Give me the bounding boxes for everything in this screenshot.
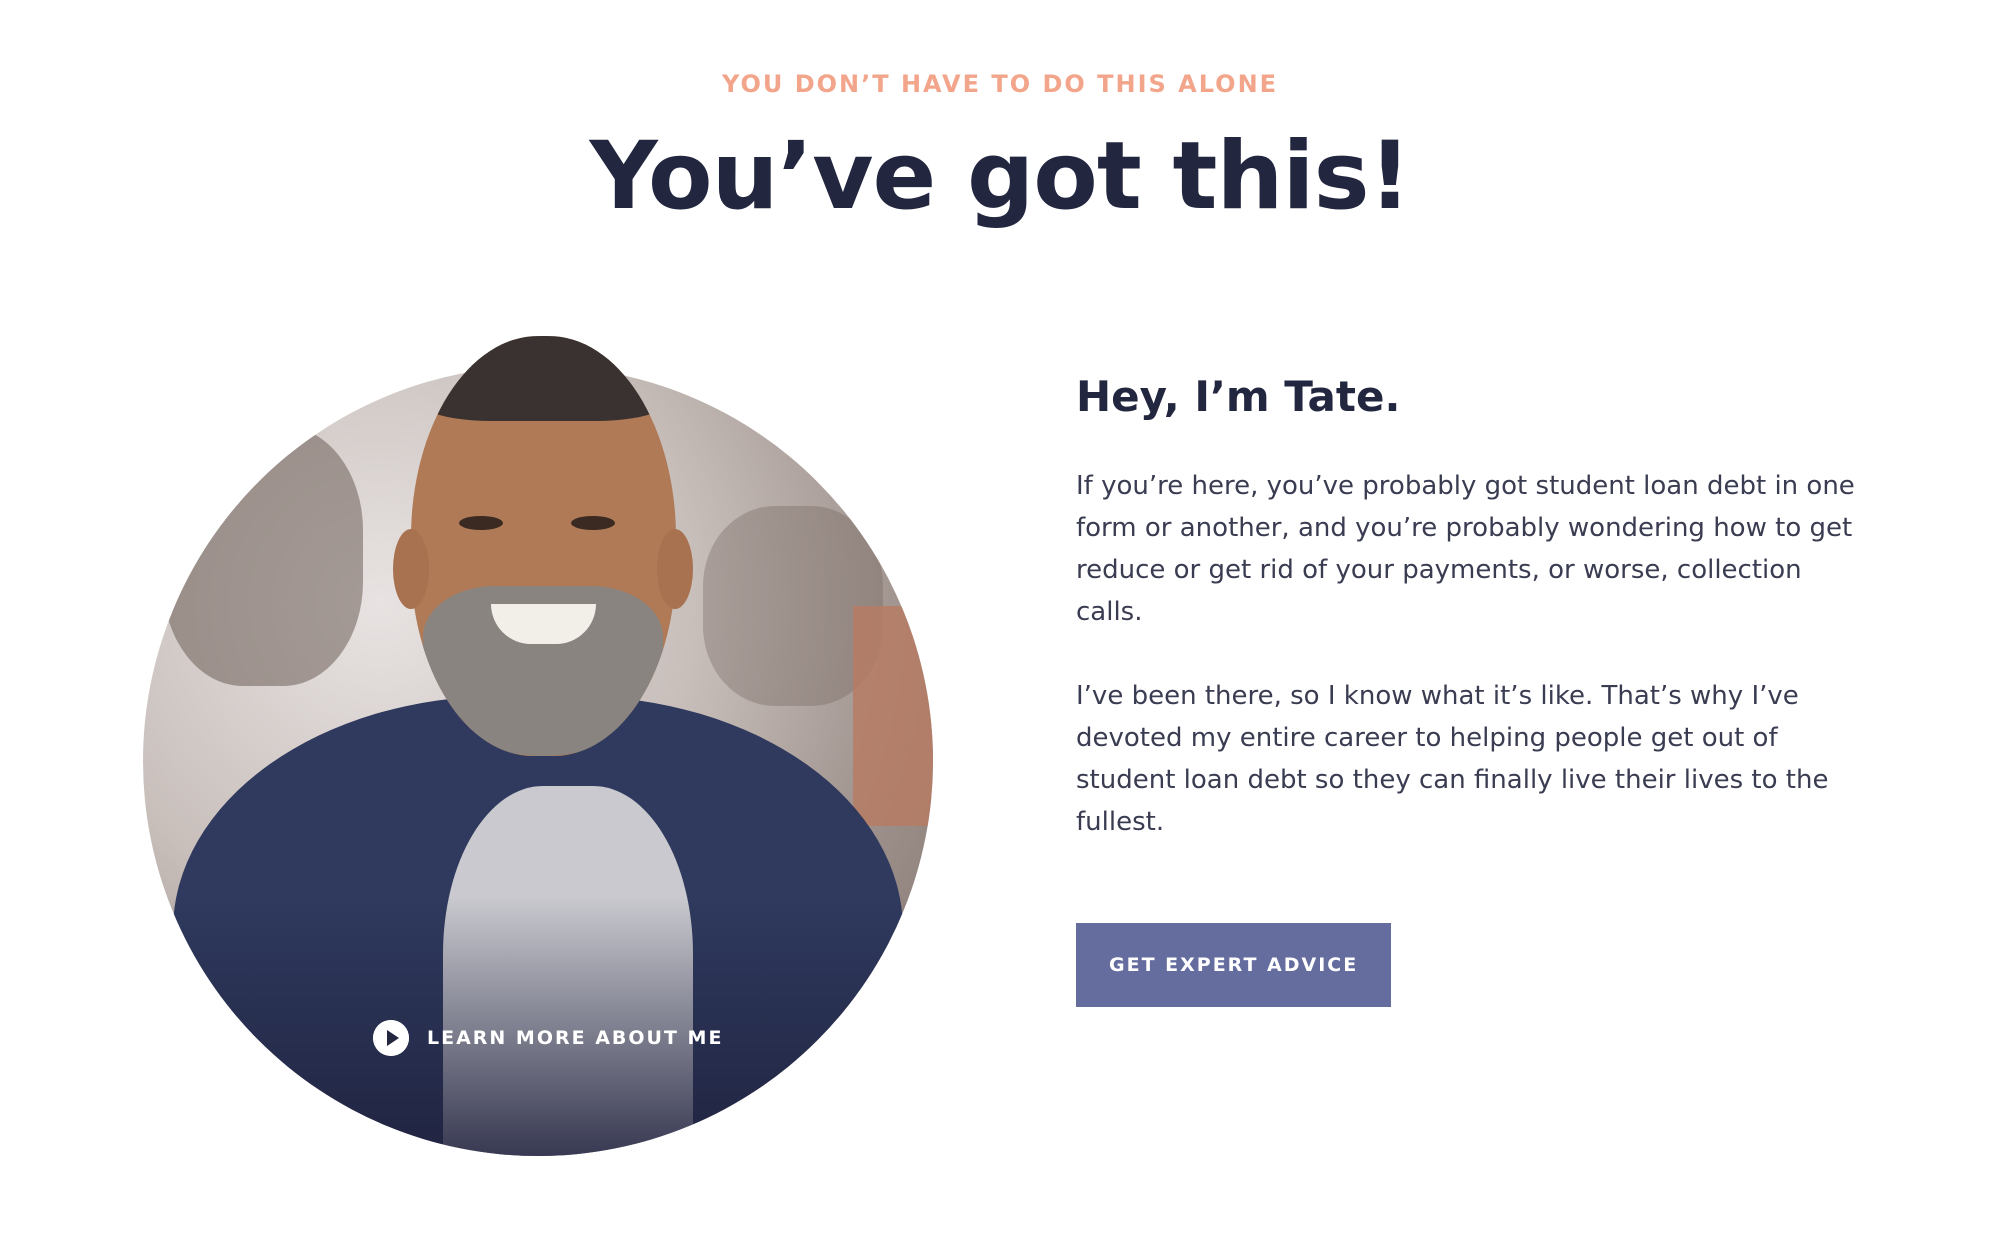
profile-photo: LEARN MORE ABOUT ME — [143, 296, 933, 1156]
background-tree — [163, 426, 363, 686]
intro-paragraph-2: I’ve been there, so I know what it’s lik… — [1076, 681, 1829, 837]
person-hair — [411, 336, 676, 421]
intro-content: Hey, I’m Tate. If you’re here, you’ve pr… — [1076, 372, 1856, 1007]
learn-more-link[interactable]: LEARN MORE ABOUT ME — [373, 1020, 723, 1056]
learn-more-label: LEARN MORE ABOUT ME — [427, 1027, 724, 1049]
intro-paragraph-1: If you’re here, you’ve probably got stud… — [1076, 471, 1855, 627]
person-eye — [459, 516, 503, 530]
intro-title: Hey, I’m Tate. — [1076, 372, 1401, 421]
person-ear — [393, 529, 429, 609]
person-head — [411, 336, 676, 756]
section-headline: You’ve got this! — [589, 122, 1412, 231]
person-ear — [657, 529, 693, 609]
section-eyebrow: YOU DON’T HAVE TO DO THIS ALONE — [721, 70, 1279, 98]
background-building — [853, 606, 933, 826]
person-eye — [571, 516, 615, 530]
get-expert-advice-button[interactable]: GET EXPERT ADVICE — [1076, 923, 1392, 1007]
play-icon[interactable] — [373, 1020, 409, 1056]
